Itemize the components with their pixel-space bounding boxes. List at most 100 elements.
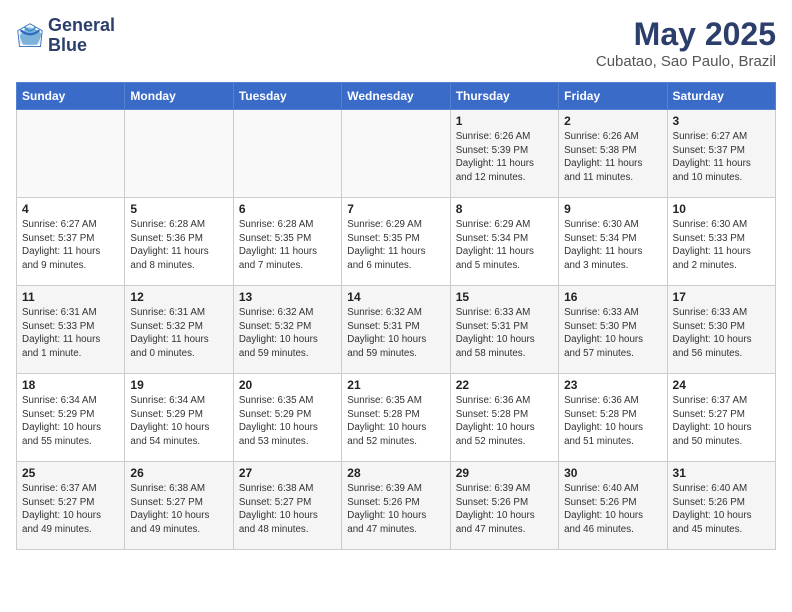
day-number: 10: [673, 202, 770, 216]
calendar-week-row: 4 Sunrise: 6:27 AM Sunset: 5:37 PM Daylig…: [17, 198, 776, 286]
calendar-cell: 24Sunrise: 6:37 AM Sunset: 5:27 PM Dayli…: [667, 374, 775, 462]
calendar-cell: 28 Sunrise: 6:39 AM Sunset: 5:26 PM Dayli…: [342, 462, 450, 550]
calendar-cell: 23 Sunrise: 6:36 AM Sunset: 5:28 PM Dayli…: [559, 374, 667, 462]
day-number: 12: [130, 290, 227, 304]
day-number: 20: [239, 378, 336, 392]
calendar-header: SundayMondayTuesdayWednesdayThursdayFrid…: [17, 83, 776, 110]
day-number: 7: [347, 202, 444, 216]
weekday-header: Monday: [125, 83, 233, 110]
calendar-cell: [233, 110, 341, 198]
calendar-cell: 20 Sunrise: 6:35 AM Sunset: 5:29 PM Dayli…: [233, 374, 341, 462]
calendar-week-row: 18Sunrise: 6:34 AM Sunset: 5:29 PM Dayli…: [17, 374, 776, 462]
calendar-cell: 21 Sunrise: 6:35 AM Sunset: 5:28 PM Dayli…: [342, 374, 450, 462]
calendar-cell: 16 Sunrise: 6:33 AM Sunset: 5:30 PM Dayli…: [559, 286, 667, 374]
day-info: Sunrise: 6:33 AM Sunset: 5:30 PM Dayligh…: [564, 306, 661, 361]
day-number: 1: [456, 114, 553, 128]
calendar-cell: 3Sunrise: 6:27 AM Sunset: 5:37 PM Daylig…: [667, 110, 775, 198]
day-info: Sunrise: 6:32 AM Sunset: 5:31 PM Dayligh…: [347, 306, 444, 361]
day-number: 31: [673, 466, 770, 480]
weekday-header: Saturday: [667, 83, 775, 110]
day-number: 14: [347, 290, 444, 304]
calendar-cell: 19Sunrise: 6:34 AM Sunset: 5:29 PM Dayli…: [125, 374, 233, 462]
calendar-cell: 6 Sunrise: 6:28 AM Sunset: 5:35 PM Daylig…: [233, 198, 341, 286]
calendar-cell: [125, 110, 233, 198]
day-info: Sunrise: 6:26 AM Sunset: 5:38 PM Dayligh…: [564, 130, 661, 185]
location: Cubatao, Sao Paulo, Brazil: [596, 53, 776, 70]
calendar-cell: 4 Sunrise: 6:27 AM Sunset: 5:37 PM Daylig…: [17, 198, 125, 286]
day-number: 29: [456, 466, 553, 480]
day-number: 5: [130, 202, 227, 216]
day-number: 15: [456, 290, 553, 304]
day-number: 8: [456, 202, 553, 216]
calendar-cell: 5 Sunrise: 6:28 AM Sunset: 5:36 PM Daylig…: [125, 198, 233, 286]
day-number: 23: [564, 378, 661, 392]
calendar-week-row: 1Sunrise: 6:26 AM Sunset: 5:39 PM Daylig…: [17, 110, 776, 198]
day-number: 6: [239, 202, 336, 216]
day-info: Sunrise: 6:30 AM Sunset: 5:33 PM Dayligh…: [673, 218, 770, 273]
weekday-header: Wednesday: [342, 83, 450, 110]
month-title: May 2025: [596, 16, 776, 53]
calendar-cell: 22 Sunrise: 6:36 AM Sunset: 5:28 PM Dayli…: [450, 374, 558, 462]
day-info: Sunrise: 6:38 AM Sunset: 5:27 PM Dayligh…: [239, 482, 336, 537]
day-info: Sunrise: 6:35 AM Sunset: 5:28 PM Dayligh…: [347, 394, 444, 449]
calendar-cell: 14 Sunrise: 6:32 AM Sunset: 5:31 PM Dayli…: [342, 286, 450, 374]
day-number: 13: [239, 290, 336, 304]
day-number: 30: [564, 466, 661, 480]
day-info: Sunrise: 6:36 AM Sunset: 5:28 PM Dayligh…: [456, 394, 553, 449]
logo-text: General Blue: [48, 16, 115, 56]
day-number: 24: [673, 378, 770, 392]
title-block: May 2025 Cubatao, Sao Paulo, Brazil: [596, 16, 776, 70]
page-header: General Blue May 2025 Cubatao, Sao Paulo…: [16, 16, 776, 70]
day-info: Sunrise: 6:38 AM Sunset: 5:27 PM Dayligh…: [130, 482, 227, 537]
weekday-header: Thursday: [450, 83, 558, 110]
day-number: 17: [673, 290, 770, 304]
day-number: 19: [130, 378, 227, 392]
day-info: Sunrise: 6:32 AM Sunset: 5:32 PM Dayligh…: [239, 306, 336, 361]
day-info: Sunrise: 6:31 AM Sunset: 5:32 PM Dayligh…: [130, 306, 227, 361]
day-info: Sunrise: 6:39 AM Sunset: 5:26 PM Dayligh…: [456, 482, 553, 537]
calendar-cell: 7 Sunrise: 6:29 AM Sunset: 5:35 PM Daylig…: [342, 198, 450, 286]
day-info: Sunrise: 6:33 AM Sunset: 5:31 PM Dayligh…: [456, 306, 553, 361]
calendar-cell: 25Sunrise: 6:37 AM Sunset: 5:27 PM Dayli…: [17, 462, 125, 550]
day-info: Sunrise: 6:33 AM Sunset: 5:30 PM Dayligh…: [673, 306, 770, 361]
logo-icon: [16, 22, 44, 50]
weekday-row: SundayMondayTuesdayWednesdayThursdayFrid…: [17, 83, 776, 110]
calendar-week-row: 25Sunrise: 6:37 AM Sunset: 5:27 PM Dayli…: [17, 462, 776, 550]
weekday-header: Tuesday: [233, 83, 341, 110]
calendar-cell: [17, 110, 125, 198]
day-info: Sunrise: 6:27 AM Sunset: 5:37 PM Dayligh…: [22, 218, 119, 273]
day-info: Sunrise: 6:29 AM Sunset: 5:34 PM Dayligh…: [456, 218, 553, 273]
day-number: 28: [347, 466, 444, 480]
day-number: 27: [239, 466, 336, 480]
day-number: 16: [564, 290, 661, 304]
day-number: 11: [22, 290, 119, 304]
day-info: Sunrise: 6:27 AM Sunset: 5:37 PM Dayligh…: [673, 130, 770, 185]
day-info: Sunrise: 6:37 AM Sunset: 5:27 PM Dayligh…: [22, 482, 119, 537]
calendar-cell: 15 Sunrise: 6:33 AM Sunset: 5:31 PM Dayli…: [450, 286, 558, 374]
calendar-cell: 26 Sunrise: 6:38 AM Sunset: 5:27 PM Dayli…: [125, 462, 233, 550]
day-info: Sunrise: 6:40 AM Sunset: 5:26 PM Dayligh…: [564, 482, 661, 537]
day-info: Sunrise: 6:29 AM Sunset: 5:35 PM Dayligh…: [347, 218, 444, 273]
day-number: 21: [347, 378, 444, 392]
day-number: 4: [22, 202, 119, 216]
logo: General Blue: [16, 16, 115, 56]
day-info: Sunrise: 6:39 AM Sunset: 5:26 PM Dayligh…: [347, 482, 444, 537]
calendar-cell: 10 Sunrise: 6:30 AM Sunset: 5:33 PM Dayli…: [667, 198, 775, 286]
day-info: Sunrise: 6:28 AM Sunset: 5:36 PM Dayligh…: [130, 218, 227, 273]
calendar-cell: 2Sunrise: 6:26 AM Sunset: 5:38 PM Daylig…: [559, 110, 667, 198]
calendar-cell: 13 Sunrise: 6:32 AM Sunset: 5:32 PM Dayli…: [233, 286, 341, 374]
day-info: Sunrise: 6:30 AM Sunset: 5:34 PM Dayligh…: [564, 218, 661, 273]
day-info: Sunrise: 6:34 AM Sunset: 5:29 PM Dayligh…: [22, 394, 119, 449]
calendar-cell: 1Sunrise: 6:26 AM Sunset: 5:39 PM Daylig…: [450, 110, 558, 198]
day-info: Sunrise: 6:40 AM Sunset: 5:26 PM Dayligh…: [673, 482, 770, 537]
weekday-header: Friday: [559, 83, 667, 110]
day-info: Sunrise: 6:36 AM Sunset: 5:28 PM Dayligh…: [564, 394, 661, 449]
day-number: 22: [456, 378, 553, 392]
calendar-cell: 31 Sunrise: 6:40 AM Sunset: 5:26 PM Dayli…: [667, 462, 775, 550]
day-info: Sunrise: 6:28 AM Sunset: 5:35 PM Dayligh…: [239, 218, 336, 273]
calendar-cell: 29 Sunrise: 6:39 AM Sunset: 5:26 PM Dayli…: [450, 462, 558, 550]
calendar-table: SundayMondayTuesdayWednesdayThursdayFrid…: [16, 82, 776, 550]
day-number: 26: [130, 466, 227, 480]
day-info: Sunrise: 6:35 AM Sunset: 5:29 PM Dayligh…: [239, 394, 336, 449]
calendar-cell: 9Sunrise: 6:30 AM Sunset: 5:34 PM Daylig…: [559, 198, 667, 286]
